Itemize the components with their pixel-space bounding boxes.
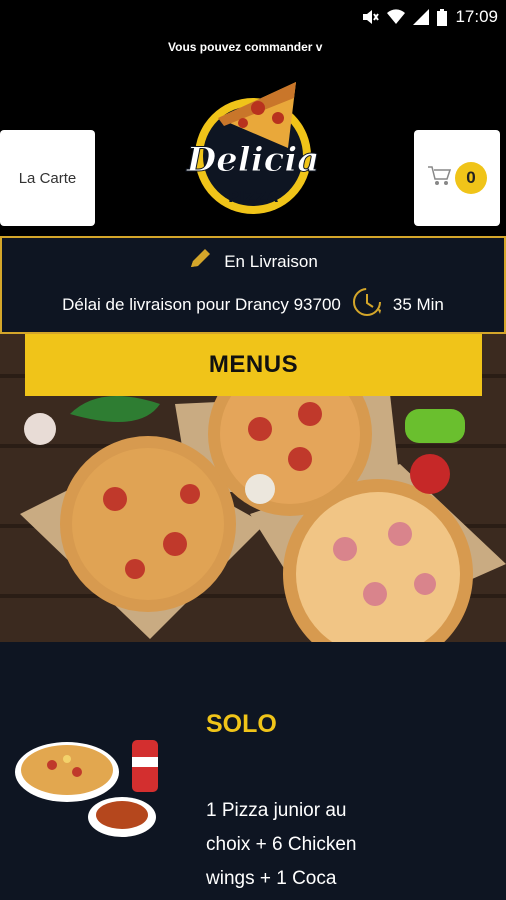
- clock-time: 17:09: [455, 7, 498, 26]
- delicia-pizza-logo[interactable]: Delicia PIZZA: [178, 78, 328, 218]
- mute-icon: [361, 9, 380, 25]
- pencil-icon[interactable]: [188, 247, 214, 276]
- announcement-marquee: Vous pouvez commander v: [168, 40, 323, 54]
- clock-icon: [351, 286, 383, 323]
- svg-text:PIZZA: PIZZA: [228, 188, 278, 206]
- delivery-delay-label: Délai de livraison pour Drancy 93700: [62, 294, 341, 314]
- status-bar: 17:09: [0, 0, 506, 34]
- menus-button[interactable]: MENUS: [25, 334, 482, 396]
- signal-icon: [413, 9, 430, 25]
- app-header: La Carte Delicia PIZZA 0: [0, 60, 506, 230]
- cart-icon: [427, 165, 452, 192]
- wifi-icon: [387, 9, 406, 25]
- delivery-delay-value: 35 Min: [392, 294, 444, 314]
- menu-item-solo[interactable]: SOLO 1 Pizza junior au choix + 6 Chicken…: [0, 642, 506, 900]
- la-carte-button[interactable]: La Carte: [0, 130, 95, 226]
- battery-icon: [437, 8, 448, 26]
- solo-menu-image: [12, 737, 162, 847]
- svg-text:Delicia: Delicia: [186, 140, 320, 180]
- cart-button[interactable]: 0: [414, 130, 500, 226]
- delivery-info-panel[interactable]: En Livraison Délai de livraison pour Dra…: [0, 236, 506, 334]
- delivery-mode: En Livraison: [224, 251, 318, 271]
- solo-description: 1 Pizza junior au choix + 6 Chicken wing…: [206, 800, 357, 889]
- solo-title: SOLO: [206, 710, 277, 738]
- cart-count-badge: 0: [455, 162, 487, 194]
